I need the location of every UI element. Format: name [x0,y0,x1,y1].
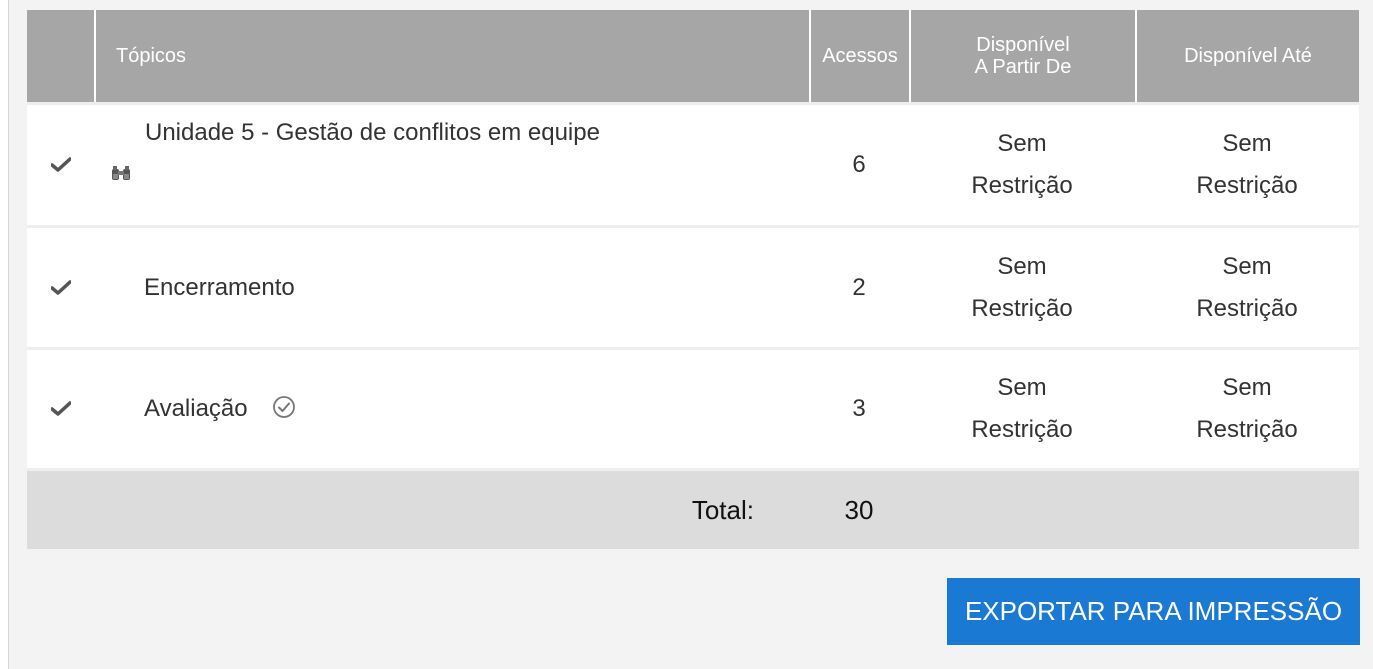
topic-link[interactable]: Encerramento [94,274,295,302]
export-print-button[interactable]: EXPORTAR PARA IMPRESSÃO [947,578,1360,645]
accesses-cell: 6 [852,151,866,178]
header-check-column [27,10,94,102]
available-until-cell: Sem Restrição [1135,105,1359,225]
table-row[interactable]: Avaliação 3 Sem Restrição Sem Restrição [27,347,1359,468]
available-from-text: Sem Restrição [971,130,1073,199]
header-accesses: Acessos [809,10,909,102]
topic-wrapper: Avaliação [94,395,296,424]
available-until-cell: Sem Restrição [1135,350,1359,468]
topic-cell: Avaliação [94,350,809,468]
table-row[interactable]: Encerramento 2 Sem Restrição Sem Restriç… [27,225,1359,347]
topic-cell: Unidade 5 - Gestão de conflitos em equip… [94,105,809,225]
available-from-text: Sem Restrição [971,252,1073,322]
accesses-cell: 2 [852,273,866,301]
table-row[interactable]: Unidade 5 - Gestão de conflitos em equip… [27,102,1359,225]
available-until-text: Sem Restrição [1196,374,1298,443]
available-from-cell: Sem Restrição [909,228,1135,347]
topic-link[interactable]: Unidade 5 - Gestão de conflitos em equip… [94,119,600,147]
row-check [27,105,94,225]
available-until-text: Sem Restrição [1196,130,1298,199]
header-available-from: Disponível A Partir De [909,10,1135,102]
total-label: Total: [691,494,754,525]
binoculars-icon[interactable] [111,165,131,186]
topic-cell: Encerramento [94,228,809,347]
total-value: 30 [844,494,874,525]
table-header: Tópicos Acessos Disponível A Partir De D… [27,10,1359,102]
check-icon [50,279,71,295]
available-until-cell: Sem Restrição [1135,228,1359,347]
available-from-cell: Sem Restrição [909,105,1135,225]
check-icon [50,157,71,172]
header-topics: Tópicos [94,10,809,102]
row-check [27,350,94,468]
table-total-row: Total: 30 [27,468,1359,549]
header-available-until: Disponível Até [1135,10,1359,102]
available-from-cell: Sem Restrição [909,350,1135,468]
circle-check-icon [272,395,296,424]
accesses-cell: 3 [852,395,866,422]
row-check [27,228,94,347]
available-from-text: Sem Restrição [971,374,1073,443]
topics-table: Tópicos Acessos Disponível A Partir De D… [27,10,1359,549]
available-until-text: Sem Restrição [1196,252,1298,322]
topic-link[interactable]: Avaliação [94,395,248,423]
header-available-from-label: Disponível A Partir De [974,34,1072,78]
check-icon [50,401,71,416]
